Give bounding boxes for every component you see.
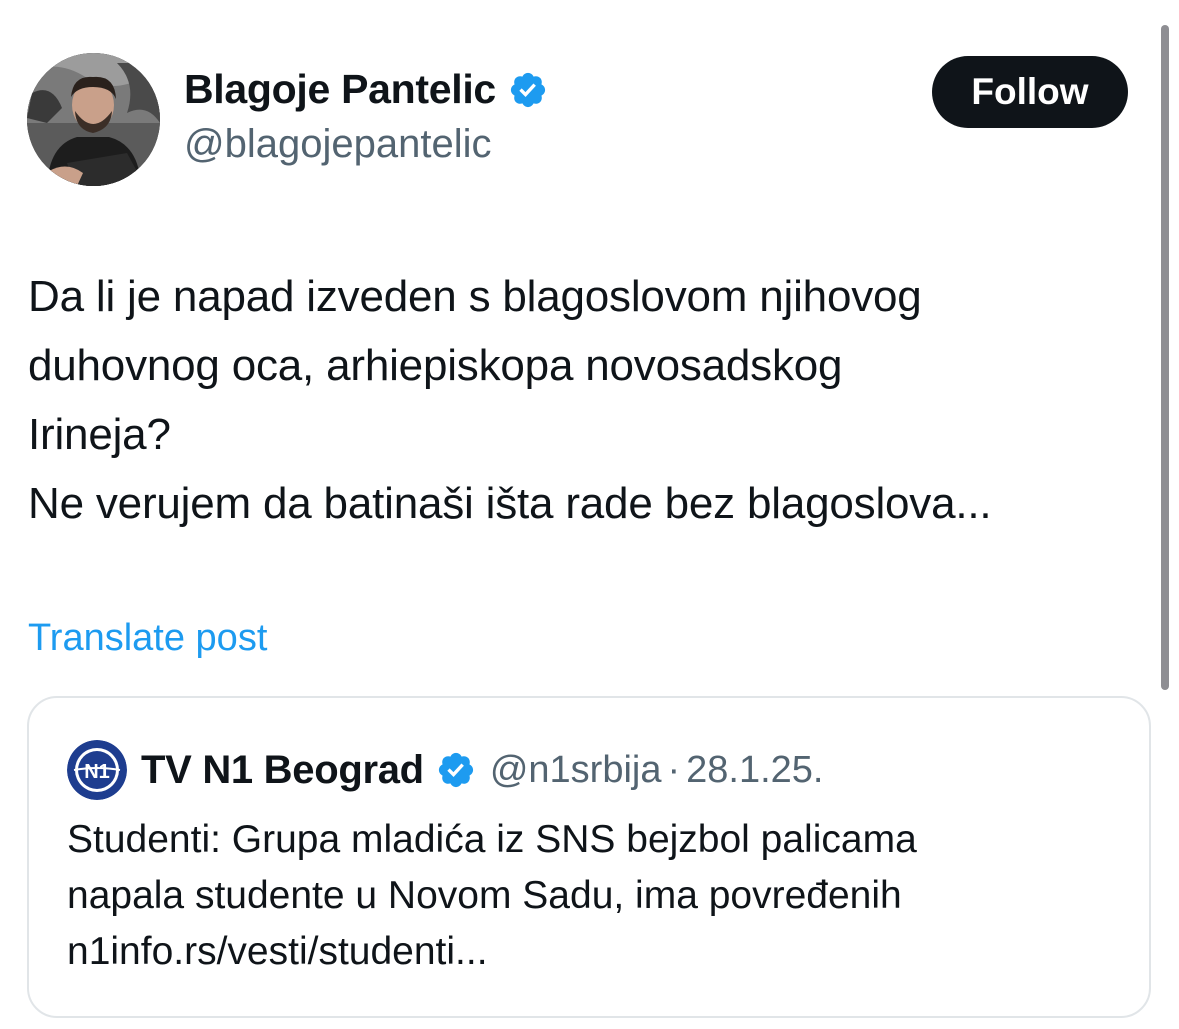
quoted-author-handle[interactable]: @n1srbija	[490, 749, 662, 792]
author-avatar[interactable]	[27, 53, 160, 186]
verified-badge-icon	[508, 70, 548, 110]
author-name-text: Blagoje Pantelic	[184, 66, 496, 112]
post-line: Da li je napad izveden s blagoslovom nji…	[28, 272, 922, 321]
translate-post-link[interactable]: Translate post	[28, 617, 267, 660]
quoted-post-link[interactable]: n1info.rs/vesti/studenti...	[67, 924, 1127, 980]
post-line: duhovnog oca, arhiepiskopa novosadskog	[28, 341, 843, 390]
author-display-name[interactable]: Blagoje Pantelic	[184, 66, 548, 113]
quoted-post-date[interactable]: 28.1.25.	[686, 749, 823, 792]
quoted-post-header: N1 TV N1 Beograd @n1srbija · 28.1.25.	[67, 740, 823, 800]
scrollbar[interactable]	[1161, 25, 1169, 690]
quoted-post-line: napala studente u Novom Sadu, ima povređ…	[67, 874, 902, 917]
follow-button[interactable]: Follow	[932, 56, 1128, 128]
separator-dot: ·	[667, 748, 681, 791]
quoted-post-card[interactable]: N1 TV N1 Beograd @n1srbija · 28.1.25. St…	[27, 696, 1151, 1018]
post-text: Da li je napad izveden s blagoslovom nji…	[28, 262, 1153, 538]
avatar-photo	[27, 53, 160, 186]
quoted-post-text: Studenti: Grupa mladića iz SNS bejzbol p…	[67, 812, 1127, 980]
quoted-author-name[interactable]: TV N1 Beograd	[141, 748, 424, 793]
n1-logo-text: N1	[84, 761, 110, 783]
verified-badge-icon	[438, 752, 473, 788]
post-line: Irineja?	[28, 410, 171, 459]
author-handle[interactable]: @blagojepantelic	[184, 122, 491, 167]
post-line: Ne verujem da batinaši išta rade bez bla…	[28, 479, 992, 528]
n1-logo-icon: N1	[67, 740, 127, 800]
quoted-post-line: Studenti: Grupa mladića iz SNS bejzbol p…	[67, 818, 917, 861]
